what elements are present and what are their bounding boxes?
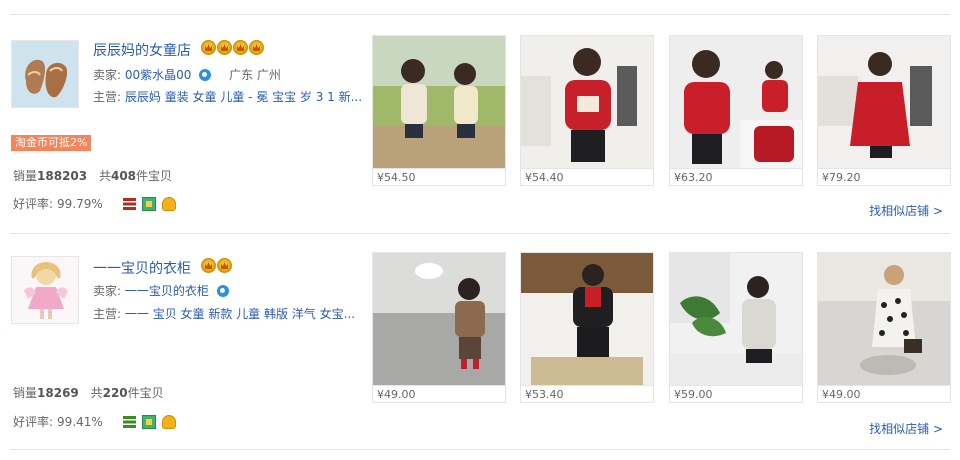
- rating-value: 99.41%: [57, 414, 103, 429]
- shop-logo[interactable]: [11, 256, 79, 324]
- product-price: ¥79.20: [818, 168, 950, 185]
- main-items-link[interactable]: 一一 宝贝 女童 新款 儿童 韩版 洋气 女宝...: [125, 307, 355, 321]
- main-items-label: 主营:: [93, 307, 122, 321]
- sales-count: 18269: [37, 386, 79, 400]
- rating-line: 好评率: 99.41%: [13, 413, 176, 430]
- product-price: ¥49.00: [373, 385, 505, 402]
- seller-label: 卖家:: [93, 284, 122, 298]
- product-price: ¥49.00: [818, 385, 950, 402]
- shop-location: 广东 广州: [229, 68, 281, 82]
- crown-icon: [201, 258, 216, 273]
- main-items-line: 主营: 一一 宝贝 女童 新款 儿童 韩版 洋气 女宝...: [93, 305, 355, 322]
- crown-rating: [201, 40, 264, 55]
- product-card[interactable]: ¥63.20: [669, 35, 803, 186]
- crown-icon: [217, 40, 232, 55]
- product-image[interactable]: [670, 253, 802, 385]
- sales-count: 188203: [37, 169, 88, 183]
- wangwang-chat-icon[interactable]: [216, 285, 229, 297]
- product-price: ¥63.20: [670, 168, 802, 185]
- product-image[interactable]: [818, 253, 950, 385]
- find-similar-shops-link[interactable]: 找相似店铺 >: [869, 202, 943, 219]
- shop-name-link[interactable]: 辰辰妈的女童店: [93, 40, 191, 60]
- guarantee-box-icon[interactable]: [141, 414, 156, 429]
- crown-icon: [233, 40, 248, 55]
- main-items-link[interactable]: 辰辰妈 童装 女童 儿童 - 冕 宝宝 岁 3 1 新...: [125, 90, 362, 104]
- crown-icon: [201, 40, 216, 55]
- main-items-line: 主营: 辰辰妈 童装 女童 儿童 - 冕 宝宝 岁 3 1 新...: [93, 88, 362, 105]
- sales-stats: 销量18269 共220件宝贝: [13, 384, 164, 401]
- sales-label: 销量: [13, 386, 38, 400]
- seller-link[interactable]: 一一宝贝的衣柜: [125, 284, 209, 298]
- product-card[interactable]: ¥54.40: [520, 35, 654, 186]
- shop-card: 辰辰妈的女童店 卖家: 00紫水晶00 广东 广州 主营: 辰辰妈 童装 女童 …: [0, 24, 960, 234]
- service-stripes-icon[interactable]: [122, 415, 136, 428]
- rating-label: 好评率:: [13, 415, 54, 429]
- product-card[interactable]: ¥49.00: [817, 252, 951, 403]
- product-card[interactable]: ¥79.20: [817, 35, 951, 186]
- product-image[interactable]: [373, 253, 505, 385]
- seller-link[interactable]: 00紫水晶00: [125, 68, 192, 82]
- crown-icon: [217, 258, 232, 273]
- coin-discount-badge: 淘金币可抵2%: [11, 135, 92, 151]
- product-price: ¥59.00: [670, 385, 802, 402]
- shop-divider: [10, 233, 950, 234]
- rating-value: 99.79%: [57, 196, 103, 211]
- rating-line: 好评率: 99.79%: [13, 195, 176, 212]
- product-card[interactable]: ¥54.50: [372, 35, 506, 186]
- shop-card: 一一宝贝的衣柜 卖家: 一一宝贝的衣柜 主营: 一一 宝贝 女童 新款 儿童 韩…: [0, 241, 960, 451]
- crown-icon: [249, 40, 264, 55]
- seller-line: 卖家: 00紫水晶00 广东 广州: [93, 66, 281, 83]
- product-image[interactable]: [373, 36, 505, 168]
- total-count: 408: [110, 169, 137, 183]
- gold-seller-icon[interactable]: [161, 414, 176, 429]
- service-stripes-icon[interactable]: [122, 197, 136, 210]
- shop-logo[interactable]: [11, 40, 79, 108]
- product-image[interactable]: [521, 253, 653, 385]
- product-image[interactable]: [818, 36, 950, 168]
- total-count: 220: [102, 386, 128, 400]
- find-similar-shops-link[interactable]: 找相似店铺 >: [869, 420, 943, 437]
- main-items-label: 主营:: [93, 90, 122, 104]
- product-card[interactable]: ¥59.00: [669, 252, 803, 403]
- total-suffix: 件宝贝: [136, 169, 173, 183]
- total-prefix: 共: [90, 386, 103, 400]
- top-divider: [10, 14, 950, 15]
- product-image[interactable]: [670, 36, 802, 168]
- product-price: ¥54.40: [521, 168, 653, 185]
- total-prefix: 共: [98, 169, 111, 183]
- product-card[interactable]: ¥53.40: [520, 252, 654, 403]
- guarantee-box-icon[interactable]: [141, 196, 156, 211]
- product-price: ¥53.40: [521, 385, 653, 402]
- product-card[interactable]: ¥49.00: [372, 252, 506, 403]
- gold-seller-icon[interactable]: [161, 196, 176, 211]
- sales-stats: 销量188203 共408件宝贝: [13, 167, 172, 184]
- rating-label: 好评率:: [13, 197, 54, 211]
- total-suffix: 件宝贝: [127, 386, 164, 400]
- product-image[interactable]: [521, 36, 653, 168]
- bottom-divider: [10, 449, 950, 450]
- seller-line: 卖家: 一一宝贝的衣柜: [93, 282, 229, 299]
- wangwang-chat-icon[interactable]: [199, 69, 212, 81]
- crown-rating: [201, 258, 232, 273]
- product-price: ¥54.50: [373, 168, 505, 185]
- sales-label: 销量: [13, 169, 38, 183]
- shop-name-link[interactable]: 一一宝贝的衣柜: [93, 258, 191, 278]
- seller-label: 卖家:: [93, 68, 122, 82]
